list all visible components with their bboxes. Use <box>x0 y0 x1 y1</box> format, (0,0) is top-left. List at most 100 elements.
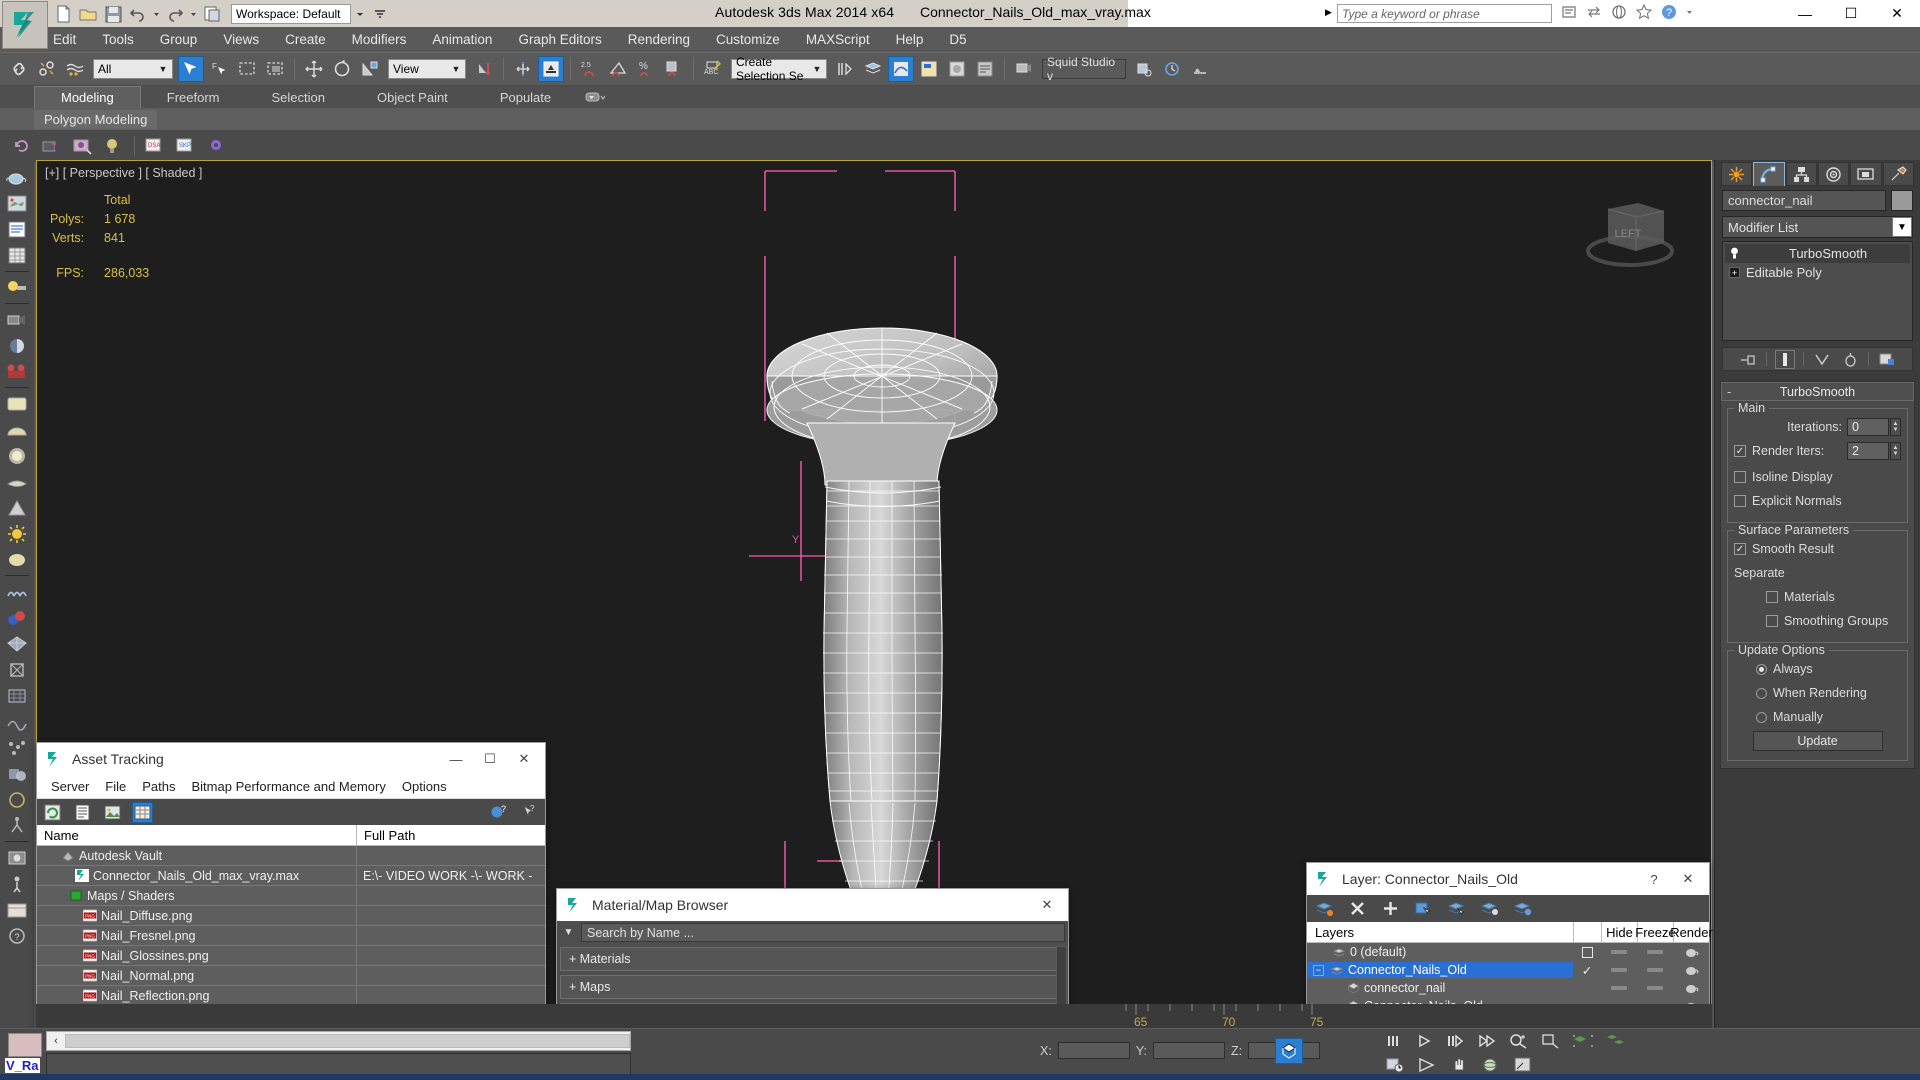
menu-item-rendering[interactable]: Rendering <box>615 29 703 50</box>
menu-item-modifiers[interactable]: Modifiers <box>339 29 420 50</box>
skp-import-icon[interactable]: SKP <box>175 136 197 156</box>
material-editor-icon[interactable] <box>944 56 970 82</box>
ies-light-icon[interactable] <box>3 495 31 520</box>
explicit-normals-checkbox[interactable] <box>1734 495 1746 507</box>
teapot-primitive-icon[interactable] <box>3 165 31 190</box>
exchange-icon[interactable] <box>1585 3 1603 21</box>
hide-toggle[interactable] <box>1601 968 1637 972</box>
help-dropdown-icon[interactable] <box>1685 3 1694 21</box>
undo-icon[interactable] <box>127 3 149 25</box>
thumbnail-view-icon[interactable] <box>103 803 122 822</box>
layer-properties-icon[interactable] <box>1513 899 1532 918</box>
render-iters-field[interactable]: 2 <box>1847 442 1889 460</box>
pin-stack-icon[interactable] <box>1738 350 1758 369</box>
pan-hand-icon[interactable] <box>1449 1056 1469 1074</box>
freeze-toggle[interactable] <box>1637 986 1673 990</box>
y-field[interactable] <box>1152 1042 1225 1059</box>
snapshot-icon[interactable] <box>3 845 31 870</box>
table-row[interactable]: PNG Nail_Glossines.png <box>37 946 545 966</box>
autodesk-360-icon[interactable] <box>1610 3 1628 21</box>
active-shade-icon[interactable] <box>1187 56 1213 82</box>
menu-item-customize[interactable]: Customize <box>703 29 793 50</box>
list-item[interactable]: 0 (default) <box>1307 943 1709 961</box>
tab-object-paint[interactable]: Object Paint <box>351 87 474 108</box>
ribbon-options-icon[interactable] <box>577 89 613 108</box>
light-bulb-icon[interactable] <box>103 136 125 156</box>
render-toggle[interactable] <box>1673 983 1709 994</box>
compound-object-icon[interactable] <box>3 761 31 786</box>
angle-snap-icon[interactable] <box>605 56 631 82</box>
display-tab[interactable] <box>1850 162 1882 186</box>
search-expand-arrow[interactable]: ▶ <box>1325 7 1332 18</box>
window-crossing-icon[interactable] <box>262 56 288 82</box>
open-file-icon[interactable] <box>77 3 99 25</box>
render-setup-icon[interactable] <box>972 56 998 82</box>
current-layer-toggle[interactable] <box>1573 946 1601 958</box>
freeze-toggle[interactable] <box>1637 968 1673 972</box>
close-icon[interactable]: ✕ <box>507 744 541 774</box>
menu-item-paths[interactable]: Paths <box>134 777 183 796</box>
workspace-dropdown-icon[interactable] <box>354 3 366 25</box>
dsa-export-icon[interactable]: DSA <box>144 136 166 156</box>
scrollbar-thumb[interactable] <box>65 1034 630 1048</box>
select-objects-in-layer-icon[interactable] <box>1414 899 1433 918</box>
help-button[interactable]: ? <box>1637 864 1671 894</box>
context-help-icon[interactable]: ? <box>520 803 539 822</box>
bind-to-space-warp-icon[interactable] <box>62 56 88 82</box>
table-row[interactable]: PNG Nail_Diffuse.png <box>37 906 545 926</box>
group-materials[interactable]: + Materials <box>560 947 1065 971</box>
table-view-icon[interactable] <box>132 801 153 823</box>
unlink-selection-icon[interactable] <box>34 56 60 82</box>
select-and-rotate-icon[interactable] <box>329 56 355 82</box>
add-selection-to-layer-icon[interactable] <box>1447 899 1466 918</box>
zoom-all-viewports-icon[interactable] <box>1605 1033 1625 1049</box>
list-item[interactable]: connector_nail <box>1307 979 1709 997</box>
column-header-freeze[interactable]: Freeze <box>1635 922 1676 942</box>
schematic-view-icon[interactable] <box>916 56 942 82</box>
previous-frame-icon[interactable] <box>1385 1033 1403 1049</box>
edit-named-selection-sets-icon[interactable]: ABC <box>700 56 726 82</box>
menu-item-server[interactable]: Server <box>43 777 97 796</box>
space-warp-icon[interactable] <box>3 709 31 734</box>
field-of-view-icon[interactable] <box>1417 1056 1437 1074</box>
use-pivot-point-center-icon[interactable] <box>471 56 497 82</box>
ribbon-panel-polygon-modeling[interactable]: Polygon Modeling <box>34 109 158 129</box>
configure-modifier-sets-icon[interactable] <box>1877 350 1897 369</box>
curve-editor-icon[interactable] <box>888 56 914 82</box>
play-animation-icon[interactable] <box>1415 1033 1433 1049</box>
hemisphere-light-icon[interactable] <box>3 333 31 358</box>
project-folder-icon[interactable] <box>201 3 223 25</box>
select-by-name-icon[interactable]: F <box>206 56 232 82</box>
help-about-icon[interactable]: ? <box>3 923 31 948</box>
vray-color-swatch[interactable] <box>8 1033 42 1057</box>
mirror-geometry-icon[interactable] <box>832 56 858 82</box>
helper-object-icon[interactable] <box>3 657 31 682</box>
render-production-icon[interactable] <box>1011 56 1037 82</box>
remove-modifier-icon[interactable] <box>1840 350 1860 369</box>
menu-item-views[interactable]: Views <box>210 29 272 50</box>
menu-item-options[interactable]: Options <box>394 777 455 796</box>
render-preset-combo[interactable]: Squid Studio v <box>1042 55 1126 83</box>
zoom-extents-selected-icon[interactable] <box>1573 1033 1593 1049</box>
lights-icon[interactable] <box>3 275 31 300</box>
orbit-icon[interactable] <box>1481 1056 1501 1074</box>
dome-light-icon[interactable] <box>3 417 31 442</box>
redo-icon[interactable] <box>164 3 186 25</box>
rectangular-selection-region-icon[interactable] <box>234 56 260 82</box>
maximize-viewport-icon[interactable] <box>1513 1056 1533 1074</box>
zoom-extents-icon[interactable] <box>1509 1033 1529 1049</box>
refresh-icon[interactable] <box>12 136 32 156</box>
render-preview-icon[interactable] <box>72 136 94 156</box>
collapse-icon[interactable]: - <box>1727 385 1731 399</box>
menu-item-d5[interactable]: D5 <box>936 29 979 50</box>
freeze-toggle[interactable] <box>1637 950 1673 954</box>
menu-item-help[interactable]: Help <box>883 29 937 50</box>
modifier-list-dropdown[interactable]: Modifier List ▼ <box>1722 216 1913 238</box>
application-menu-button[interactable] <box>2 1 48 49</box>
close-button[interactable]: ✕ <box>1874 0 1920 27</box>
expand-plus-icon[interactable]: + <box>1729 267 1740 278</box>
go-to-end-icon[interactable] <box>1477 1033 1497 1049</box>
column-header-render[interactable]: Render <box>1670 922 1713 942</box>
create-new-layer-icon[interactable] <box>1315 899 1334 918</box>
group-maps[interactable]: + Maps <box>560 975 1065 999</box>
